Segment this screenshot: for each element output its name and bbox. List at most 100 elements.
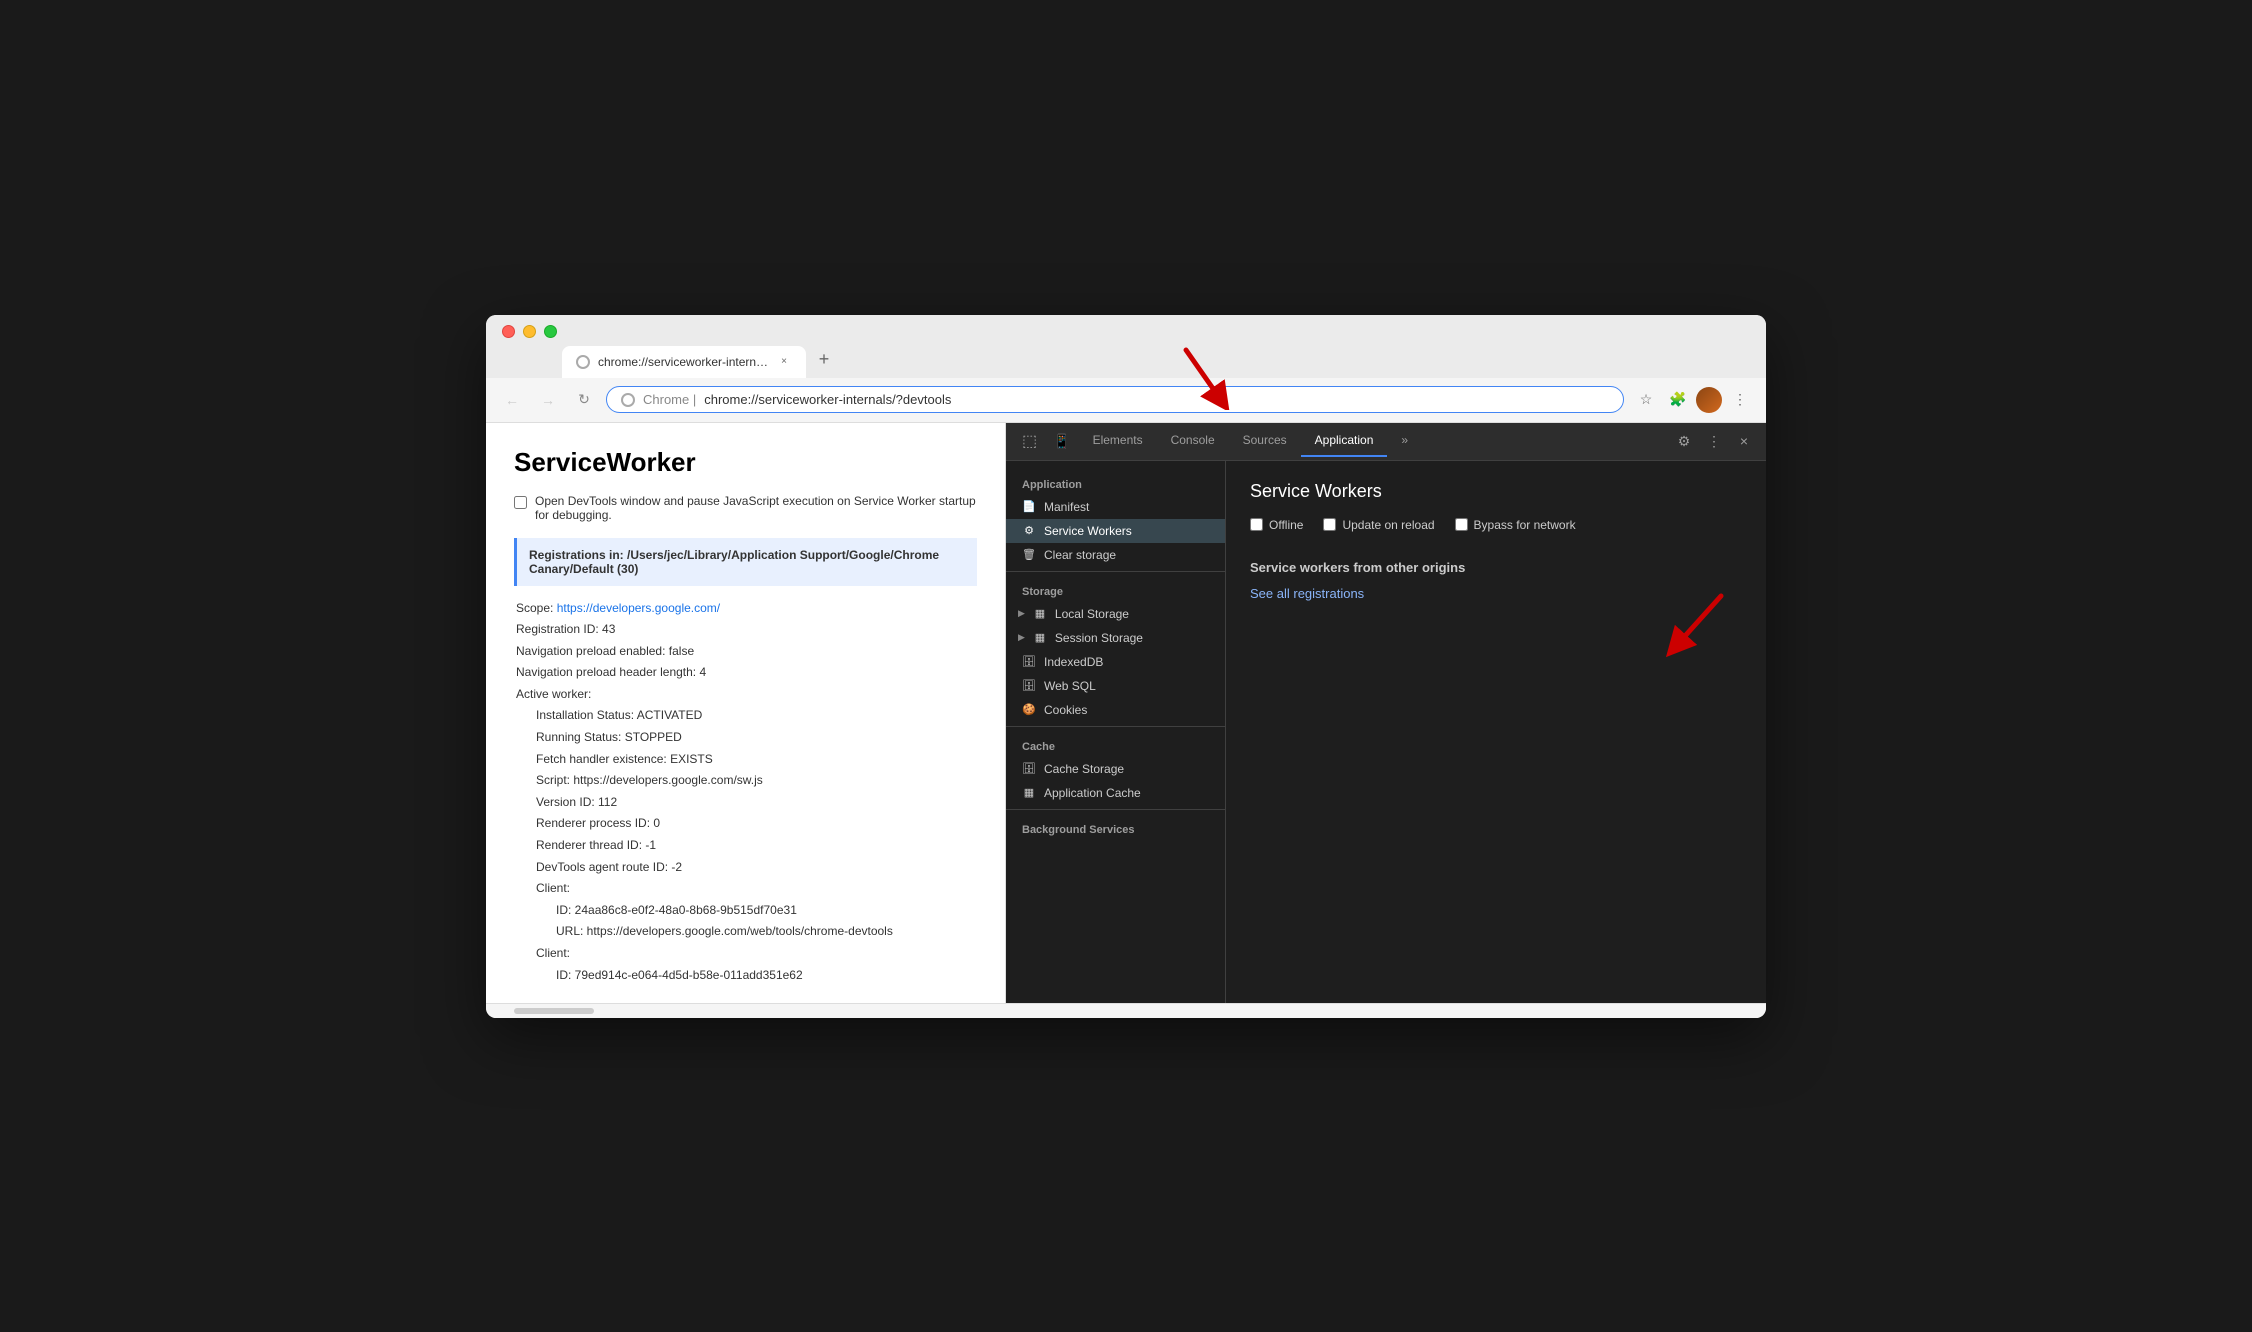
scope-link[interactable]: https://developers.google.com/ — [557, 601, 720, 615]
session-storage-icon: ▦ — [1033, 631, 1047, 645]
scope-line: Scope: https://developers.google.com/ — [516, 598, 977, 620]
close-window-button[interactable] — [502, 325, 515, 338]
clear-storage-icon: 🗑 — [1022, 548, 1036, 562]
horizontal-scrollbar[interactable] — [514, 1008, 594, 1014]
client2-label: Client: — [516, 943, 977, 965]
refresh-button[interactable]: ↻ — [570, 386, 598, 414]
tab-elements[interactable]: Elements — [1079, 425, 1157, 457]
client1-id: ID: 24aa86c8-e0f2-48a0-8b68-9b515df70e31 — [516, 900, 977, 922]
fetch-handler: Fetch handler existence: EXISTS — [516, 749, 977, 771]
install-status: Installation Status: ACTIVATED — [516, 705, 977, 727]
extensions-button[interactable]: 🧩 — [1664, 386, 1692, 414]
active-tab[interactable]: chrome://serviceworker-intern… × — [562, 346, 806, 378]
local-storage-icon: ▦ — [1033, 607, 1047, 621]
nav-extras: ☆ 🧩 ⋮ — [1632, 386, 1754, 414]
see-all-registrations-link[interactable]: See all registrations — [1250, 586, 1364, 601]
debug-checkbox-label: Open DevTools window and pause JavaScrip… — [535, 494, 977, 522]
client2-id: ID: 79ed914c-e064-4d5d-b58e-011add351e62 — [516, 965, 977, 987]
sidebar-item-session-storage[interactable]: ▶ ▦ Session Storage — [1006, 626, 1225, 650]
tab-bar: chrome://serviceworker-intern… × + — [562, 346, 1750, 378]
chrome-menu-button[interactable]: ⋮ — [1726, 386, 1754, 414]
cache-storage-icon: 🗄 — [1022, 762, 1036, 776]
nav-preload-header: Navigation preload header length: 4 — [516, 662, 977, 684]
sidebar-item-cookies[interactable]: 🍪 Cookies — [1006, 698, 1225, 722]
tab-close-button[interactable]: × — [776, 354, 792, 370]
forward-button[interactable]: → — [534, 386, 562, 414]
sidebar-divider-3 — [1006, 809, 1225, 810]
site-favicon-icon — [621, 393, 635, 407]
sidebar-item-indexeddb[interactable]: 🗄 IndexedDB — [1006, 650, 1225, 674]
sidebar-item-web-sql[interactable]: 🗄 Web SQL — [1006, 674, 1225, 698]
offline-option[interactable]: Offline — [1250, 518, 1303, 532]
bookmark-button[interactable]: ☆ — [1632, 386, 1660, 414]
sidebar-divider-1 — [1006, 571, 1225, 572]
version-id: Version ID: 112 — [516, 792, 977, 814]
application-section-label: Application — [1006, 469, 1225, 495]
storage-section-label: Storage — [1006, 576, 1225, 602]
debug-checkbox[interactable] — [514, 496, 527, 509]
devtools-sidebar: Application 📄 Manifest ⚙ Service Workers… — [1006, 461, 1226, 1003]
tab-sources[interactable]: Sources — [1229, 425, 1301, 457]
window-controls — [502, 325, 1750, 338]
title-bar: chrome://serviceworker-intern… × + — [486, 315, 1766, 378]
cookies-icon: 🍪 — [1022, 703, 1036, 717]
tab-console[interactable]: Console — [1157, 425, 1229, 457]
scope-label: Scope: — [516, 601, 553, 615]
sw-from-other-section: Service workers from other origins See a… — [1250, 560, 1742, 603]
client1-label: Client: — [516, 878, 977, 900]
address-domain: Chrome | — [643, 392, 696, 407]
address-bar[interactable]: Chrome | chrome://serviceworker-internal… — [606, 386, 1624, 413]
sidebar-item-cache-storage[interactable]: 🗄 Cache Storage — [1006, 757, 1225, 781]
tab-application[interactable]: Application — [1301, 425, 1388, 457]
devtools-main: Service Workers Offline Update on reload — [1226, 461, 1766, 1003]
update-on-reload-option[interactable]: Update on reload — [1323, 518, 1434, 532]
indexeddb-icon: 🗄 — [1022, 655, 1036, 669]
nav-bar: ← → ↻ Chrome | chrome://serviceworker-in… — [486, 378, 1766, 423]
service-workers-icon: ⚙ — [1022, 524, 1036, 538]
service-workers-title: Service Workers — [1250, 481, 1742, 502]
devtools-body: Application 📄 Manifest ⚙ Service Workers… — [1006, 461, 1766, 1003]
new-tab-button[interactable]: + — [810, 346, 838, 374]
devtools-panel: ⬚ 📱 Elements Console Sources Application… — [1006, 423, 1766, 1003]
sw-options: Offline Update on reload Bypass for netw… — [1250, 518, 1742, 532]
sidebar-divider-2 — [1006, 726, 1225, 727]
active-worker-label: Active worker: — [516, 684, 977, 706]
update-on-reload-checkbox[interactable] — [1323, 518, 1336, 531]
offline-checkbox[interactable] — [1250, 518, 1263, 531]
web-sql-icon: 🗄 — [1022, 679, 1036, 693]
browser-content: ServiceWorker Open DevTools window and p… — [486, 423, 1766, 1003]
profile-avatar[interactable] — [1696, 387, 1722, 413]
sidebar-item-application-cache[interactable]: ▦ Application Cache — [1006, 781, 1225, 805]
script-url: Script: https://developers.google.com/sw… — [516, 770, 977, 792]
device-tool-button[interactable]: 📱 — [1045, 425, 1078, 458]
maximize-window-button[interactable] — [544, 325, 557, 338]
nav-area-wrapper: ← → ↻ Chrome | chrome://serviceworker-in… — [486, 378, 1766, 423]
tab-favicon-icon — [576, 355, 590, 369]
cursor-tool-button[interactable]: ⬚ — [1014, 423, 1045, 459]
devtools-tabs: ⬚ 📱 Elements Console Sources Application… — [1006, 423, 1766, 461]
tab-overflow[interactable]: » — [1387, 425, 1422, 457]
address-path: chrome://serviceworker-internals/?devtoo… — [704, 392, 951, 407]
client1-url: URL: https://developers.google.com/web/t… — [516, 921, 977, 943]
other-origins-title: Service workers from other origins — [1250, 560, 1742, 575]
bypass-for-network-option[interactable]: Bypass for network — [1455, 518, 1576, 532]
more-options-button[interactable]: ⋮ — [1700, 427, 1728, 455]
page-content: ServiceWorker Open DevTools window and p… — [486, 423, 1006, 1003]
sidebar-item-service-workers[interactable]: ⚙ Service Workers — [1006, 519, 1225, 543]
local-storage-arrow-icon: ▶ — [1018, 608, 1025, 619]
nav-preload-enabled: Navigation preload enabled: false — [516, 641, 977, 663]
minimize-window-button[interactable] — [523, 325, 536, 338]
settings-button[interactable]: ⚙ — [1670, 427, 1698, 455]
renderer-thread-id: Renderer thread ID: -1 — [516, 835, 977, 857]
cache-section-label: Cache — [1006, 731, 1225, 757]
registration-details: Scope: https://developers.google.com/ Re… — [514, 598, 977, 987]
debug-checkbox-row: Open DevTools window and pause JavaScrip… — [514, 494, 977, 522]
back-button[interactable]: ← — [498, 386, 526, 414]
sidebar-item-manifest[interactable]: 📄 Manifest — [1006, 495, 1225, 519]
close-devtools-button[interactable]: × — [1730, 427, 1758, 455]
sidebar-item-local-storage[interactable]: ▶ ▦ Local Storage — [1006, 602, 1225, 626]
bypass-for-network-checkbox[interactable] — [1455, 518, 1468, 531]
reg-id: Registration ID: 43 — [516, 619, 977, 641]
sidebar-item-clear-storage[interactable]: 🗑 Clear storage — [1006, 543, 1225, 567]
page-title: ServiceWorker — [514, 447, 977, 478]
